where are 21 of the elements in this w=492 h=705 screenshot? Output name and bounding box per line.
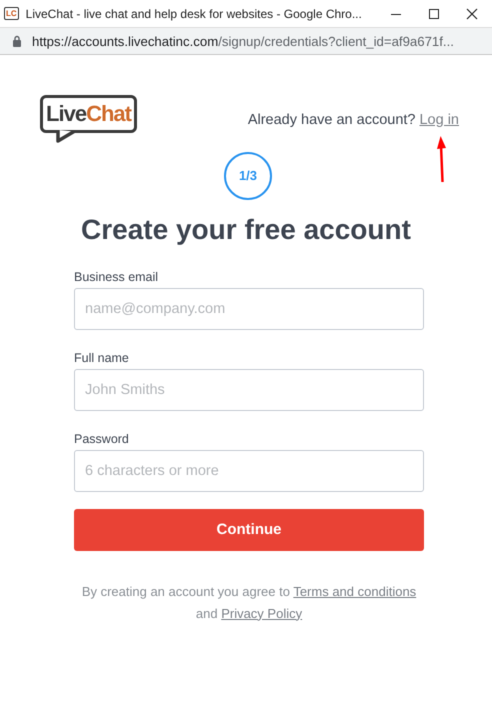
agreement-text: By creating an account you agree to Terms and conditions and Privacy Policy — [80, 582, 418, 623]
terms-link[interactable]: Terms and conditions — [293, 584, 416, 598]
login-link[interactable]: Log in — [419, 112, 459, 128]
app-icon: LC — [4, 7, 19, 20]
page-heading: Create your free account — [80, 214, 412, 246]
window-title: LiveChat - live chat and help desk for websites - Google Chro... — [26, 6, 363, 20]
maximize-icon[interactable] — [428, 8, 440, 20]
login-prompt: Already have an account? — [248, 112, 416, 128]
continue-button[interactable]: Continue — [74, 508, 424, 550]
close-icon[interactable] — [466, 8, 478, 20]
speech-tail-icon — [56, 130, 76, 144]
input-field[interactable]: John Smiths — [74, 368, 424, 410]
lock-icon — [12, 35, 22, 47]
field-label: Password — [74, 432, 130, 446]
pointer-arrow — [437, 135, 447, 183]
field-label: Full name — [74, 350, 130, 364]
input-field[interactable]: name@company.com — [74, 288, 424, 330]
privacy-link[interactable]: Privacy Policy — [221, 606, 302, 620]
step-indicator: 1/3 — [224, 152, 272, 200]
field-label: Business email — [74, 270, 160, 284]
input-field[interactable]: 6 characters or more — [74, 450, 424, 492]
